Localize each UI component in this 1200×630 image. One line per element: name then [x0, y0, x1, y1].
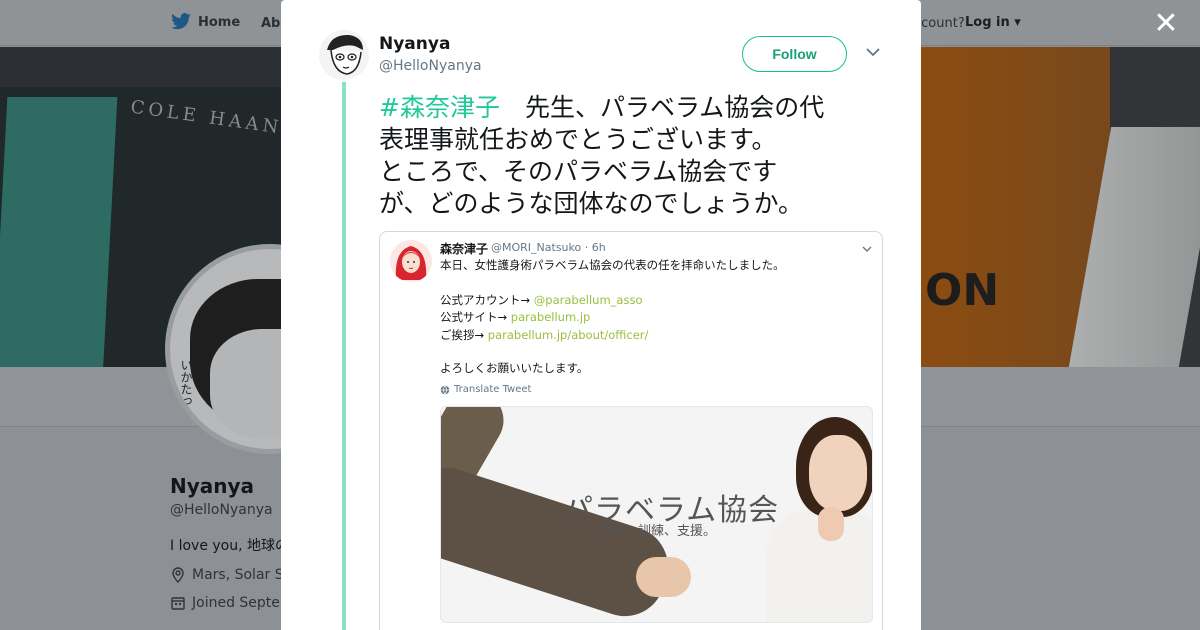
quoted-site-link: parabellum.jp [510, 310, 591, 324]
tweet-modal: Nyanya @HelloNyanya Follow #森奈津子 先生、パラベラ… [281, 0, 921, 630]
globe-icon [440, 385, 450, 394]
profile-handle[interactable]: @HelloNyanya [170, 502, 273, 518]
quoted-greeting-prefix: ご挨拶→ [440, 328, 488, 342]
quoted-site-line: 公式サイト→ parabellum.jp [440, 309, 590, 325]
quoted-site-prefix: 公式サイト→ [440, 310, 511, 324]
tweet-text-line: 先生、パラベラム協会の代 [499, 93, 825, 122]
association-subtitle: 研究、訓練、支援。 [599, 524, 717, 539]
quoted-author-avatar [390, 240, 432, 282]
chevron-down-icon[interactable] [863, 42, 883, 62]
tweet-image-screenshot[interactable]: 森奈津子 @MORI_Natsuko · 6h 本日、女性護身術パラベラム協会の… [379, 231, 883, 630]
avatar-caption: いかたっ [179, 359, 193, 407]
nav-home[interactable]: Home [170, 13, 240, 31]
twitter-bird-icon [171, 13, 191, 30]
quoted-author-name: 森奈津子 [440, 242, 489, 256]
quoted-account-line: 公式アカウント→ @parabellum_asso [440, 292, 643, 308]
tweet-hashtag[interactable]: #森奈津子 [379, 93, 500, 122]
profile-joined-text: Joined Septem [192, 595, 294, 611]
profile-bio: I love you, 地球の [170, 538, 290, 554]
thread-line [342, 82, 346, 630]
quoted-greeting-link: parabellum.jp/about/officer/ [487, 328, 649, 342]
tweet-author-name[interactable]: Nyanya [379, 34, 450, 54]
quoted-account-link: @parabellum_asso [533, 293, 643, 307]
chevron-down-icon [862, 246, 872, 252]
tweet-text-line: ところで、そのパラベラム協会です [379, 157, 778, 186]
quoted-text-line: 本日、女性護身術パラベラム協会の代表の任を拝命いたしました。 [440, 258, 785, 272]
association-banner-image: パラベラム協会 研究、訓練、支援。 [440, 406, 873, 623]
profile-location-text: Mars, Solar Sy [192, 567, 292, 583]
quoted-greeting-line: ご挨拶→ parabellum.jp/about/officer/ [440, 327, 648, 343]
tweet-text-line: 表理事就任おめでとうございます。 [379, 125, 777, 154]
quoted-author-meta: @MORI_Natsuko · 6h [491, 241, 606, 254]
translate-tweet: Translate Tweet [440, 384, 531, 395]
follow-button[interactable]: Follow [742, 36, 847, 72]
quoted-closing-line: よろしくお願いいたします。 [440, 361, 589, 375]
profile-location: Mars, Solar Sy [170, 567, 292, 583]
manga-avatar-icon [319, 30, 369, 80]
have-account-text: ccount? [914, 16, 965, 31]
profile-name: Nyanya [170, 474, 255, 498]
tweet-text-line: が、どのような団体なのでしょうか。 [379, 189, 804, 218]
tweet-text: #森奈津子 先生、パラベラム協会の代 表理事就任おめでとうございます。 ところで… [379, 92, 884, 220]
login-link[interactable]: Log in ▾ [965, 15, 1021, 30]
tweet-author-avatar[interactable] [319, 30, 369, 80]
close-icon[interactable]: ✕ [1152, 9, 1180, 39]
woman-avatar-icon [390, 240, 432, 282]
calendar-icon [171, 597, 185, 610]
quoted-account-prefix: 公式アカウント→ [440, 293, 534, 307]
profile-joined: Joined Septem [170, 595, 294, 611]
tweet-author-handle[interactable]: @HelloNyanya [379, 58, 482, 74]
login-label: Log in [965, 15, 1010, 30]
translate-label: Translate Tweet [454, 384, 532, 395]
nav-home-label: Home [198, 14, 241, 30]
location-pin-icon [172, 567, 184, 583]
